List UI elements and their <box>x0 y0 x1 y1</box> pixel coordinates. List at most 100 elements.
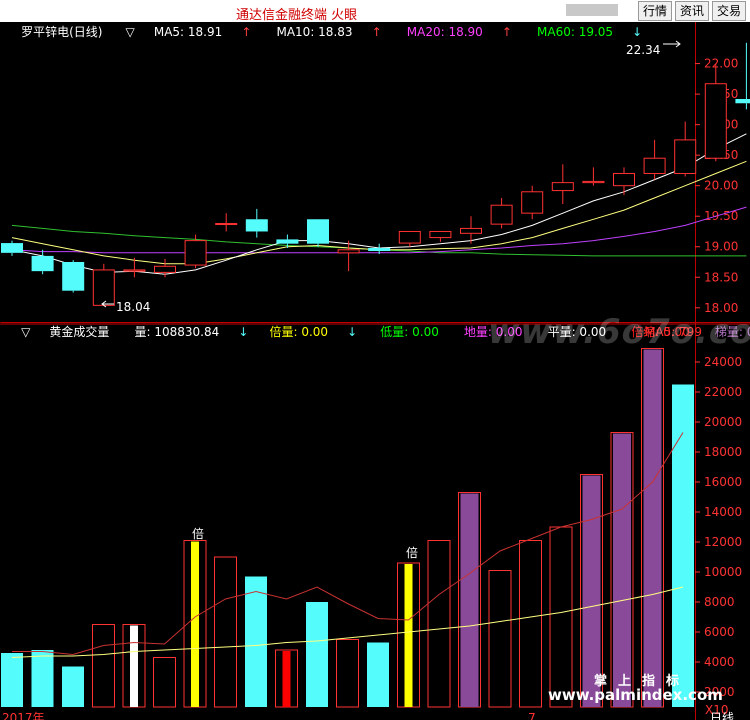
ma5-marker: ▽ <box>126 25 136 39</box>
ma10-arrow: ↑ <box>372 25 382 39</box>
trade-button[interactable]: 交易 <box>712 1 746 21</box>
volume-tick-label: 22000 <box>704 385 742 399</box>
title-bar: 通达信金融终端 火眼 行情 资讯 交易 <box>0 0 750 23</box>
volume-tick-label: 4000 <box>704 655 735 669</box>
ma60-value: MA60: 19.05 <box>537 25 613 39</box>
volume-bar <box>306 602 328 707</box>
volume-bar-outline <box>549 526 573 708</box>
candle-body <box>1 243 23 253</box>
volume-bar <box>245 576 267 707</box>
candle-down <box>1 240 23 256</box>
ma60-arrow: ↓ <box>632 25 642 39</box>
candle-body <box>398 230 421 244</box>
volume-tick-label: 24000 <box>704 355 742 369</box>
ma20-arrow: ↑ <box>502 25 512 39</box>
volume-bar <box>641 348 664 708</box>
bei-mark-1: 倍 <box>192 526 204 541</box>
volume-bar-outline <box>336 639 359 708</box>
candle-body <box>735 98 750 104</box>
year-label: 2017年 <box>2 711 45 720</box>
candle-body <box>551 182 574 192</box>
suo-marker <box>282 651 291 707</box>
volume-bar <box>92 624 115 708</box>
indicator-name: 黄金成交量 <box>49 324 109 339</box>
volume-bar <box>62 666 84 707</box>
volume-bar <box>549 526 573 708</box>
volume-bar-outline <box>92 624 115 708</box>
candle-up <box>154 258 176 278</box>
candle-body <box>62 262 85 291</box>
high-annotation: 22.34 <box>626 40 681 57</box>
candle-body <box>368 247 391 252</box>
period-label[interactable]: 日线 <box>710 711 734 720</box>
stock-chart[interactable]: 罗平锌电(日线) ▽ MA5: 18.91 ↑ MA10: 18.83 ↑ MA… <box>0 22 750 720</box>
volume-tick-label: 8000 <box>704 595 735 609</box>
volume-bar <box>488 570 512 708</box>
candle-up <box>92 263 115 306</box>
candle-up <box>521 185 544 220</box>
volume-bar <box>519 540 542 708</box>
candle-body <box>613 172 635 187</box>
candle-up <box>215 213 238 232</box>
date-axis: 2017年 7 <box>2 711 536 720</box>
volume-bar <box>214 556 237 708</box>
ti-marker <box>613 433 631 707</box>
volume-marker: ▽ <box>21 325 31 339</box>
candle-up <box>582 167 605 186</box>
candle-body <box>31 255 54 272</box>
ma5-value: MA5: 18.91 <box>154 25 222 39</box>
candle-up <box>704 63 727 162</box>
candle-body <box>460 227 482 234</box>
volume-bar-fill <box>306 602 328 707</box>
volume-bars <box>1 348 694 708</box>
volume-bar-fill <box>245 576 267 707</box>
volume-axis: 2000400060008000100001200014000160001800… <box>695 355 742 699</box>
watermark-site: www.6o7o.com <box>488 312 750 352</box>
month-label: 7 <box>528 711 536 720</box>
high-label: 22.34 <box>626 43 660 57</box>
candle-body <box>674 139 697 174</box>
price-tick-label: 19.00 <box>704 240 738 254</box>
volume-bar <box>336 639 359 708</box>
ti-marker <box>460 493 479 707</box>
news-button[interactable]: 资讯 <box>675 1 709 21</box>
ma20-value: MA20: 18.90 <box>407 25 483 39</box>
candle-body <box>704 83 727 159</box>
volume-value: 量: 108830.84 <box>134 325 219 339</box>
bei-value: 倍量: 0.00 <box>269 324 328 339</box>
bei-marker <box>404 564 413 707</box>
volume-arrow: ↓ <box>238 325 248 339</box>
volume-bar-fill <box>62 666 84 707</box>
low-label: 18.04 <box>116 300 150 314</box>
volume-tick-label: 12000 <box>704 535 742 549</box>
candle-body <box>643 157 666 174</box>
volume-tick-label: 16000 <box>704 475 742 489</box>
price-tick-label: 18.50 <box>704 270 738 284</box>
volume-bar <box>275 649 298 708</box>
volume-tick-label: 18000 <box>704 445 742 459</box>
volume-bar-outline <box>214 556 237 708</box>
decorative-stripe <box>566 4 618 16</box>
bei-mark-2: 倍 <box>406 545 418 560</box>
watermark-url: www.palmindex.com <box>548 686 723 704</box>
volume-bar-outline <box>427 540 451 708</box>
bei-arrow: ↓ <box>347 325 357 339</box>
candle-body <box>215 223 238 226</box>
candle-down <box>245 208 268 238</box>
candle-down <box>62 260 85 293</box>
volume-bar-outline <box>519 540 542 708</box>
candle-body <box>307 219 329 244</box>
di-marker <box>130 625 138 707</box>
candle-down <box>735 42 750 110</box>
frame <box>0 22 750 720</box>
candle-body <box>92 269 115 306</box>
bei-marker <box>191 541 199 707</box>
candle-up <box>429 230 452 242</box>
candle-body <box>154 265 176 273</box>
candle-down <box>307 219 329 247</box>
candle-up <box>490 197 513 229</box>
volume-bar <box>122 624 146 708</box>
volume-tick-label: 14000 <box>704 505 742 519</box>
quotes-button[interactable]: 行情 <box>638 1 672 21</box>
candle-body <box>337 249 360 254</box>
